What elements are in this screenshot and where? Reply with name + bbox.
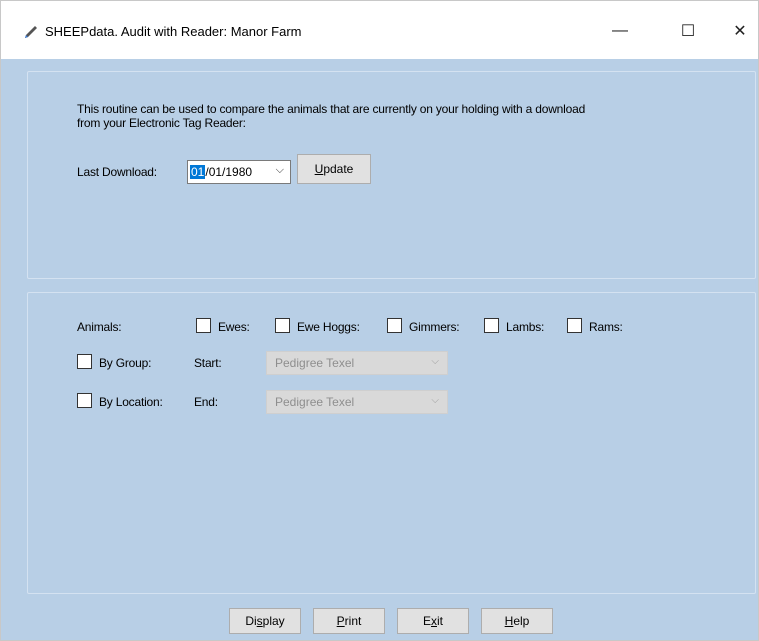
help-button[interactable]: Help (481, 608, 553, 634)
ewes-checkbox[interactable] (196, 318, 211, 333)
chevron-down-icon[interactable]: ⌵ (276, 164, 284, 177)
by-location-checkbox[interactable] (77, 393, 92, 408)
animals-group-panel (27, 292, 756, 594)
by-location-label[interactable]: By Location: (99, 395, 163, 409)
rams-label[interactable]: Rams: (589, 320, 623, 334)
help-label-post: elp (513, 614, 530, 628)
audit-window: SHEEPdata. Audit with Reader: Manor Farm… (0, 0, 759, 641)
update-button-label: pdate (323, 162, 354, 176)
minimize-button[interactable]: — (597, 15, 643, 47)
intro-line-1: This routine can be used to compare the … (77, 102, 586, 116)
maximize-button[interactable]: ☐ (665, 15, 711, 47)
display-label-pre: Di (245, 614, 257, 628)
animals-label: Animals: (77, 320, 122, 334)
by-group-label[interactable]: By Group: (99, 356, 151, 370)
lambs-checkbox[interactable] (484, 318, 499, 333)
title-bar[interactable]: SHEEPdata. Audit with Reader: Manor Farm… (1, 1, 758, 59)
print-mnemonic: P (336, 614, 345, 628)
exit-label-pre: E (422, 614, 431, 628)
intro-line-2: from your Electronic Tag Reader: (77, 116, 246, 130)
last-download-label: Last Download: (77, 165, 157, 179)
end-select-value: Pedigree Texel (275, 395, 355, 409)
ewe-hoggs-checkbox[interactable] (275, 318, 290, 333)
start-select-value: Pedigree Texel (275, 356, 355, 370)
print-button[interactable]: Print (313, 608, 385, 634)
last-download-date-picker[interactable]: 01/01/1980 ⌵ (187, 160, 291, 184)
gimmers-label[interactable]: Gimmers: (409, 320, 460, 334)
by-group-checkbox[interactable] (77, 354, 92, 369)
date-selected-part[interactable]: 01 (190, 165, 206, 179)
end-label: End: (194, 395, 218, 409)
gimmers-checkbox[interactable] (387, 318, 402, 333)
chevron-down-icon: ⌵ (431, 395, 439, 406)
app-pen-icon (25, 26, 37, 38)
end-select[interactable]: Pedigree Texel ⌵ (266, 390, 448, 414)
update-button[interactable]: Update (297, 154, 371, 184)
exit-label-post: it (437, 614, 443, 628)
print-label-post: rint (344, 614, 362, 628)
help-mnemonic: H (504, 614, 514, 628)
exit-button[interactable]: Ex it (397, 608, 469, 634)
close-button[interactable]: ✕ (717, 15, 759, 47)
display-button[interactable]: Di s play (229, 608, 301, 634)
date-remaining-part[interactable]: /01/1980 (205, 165, 252, 179)
display-label-post: play (262, 614, 285, 628)
start-select[interactable]: Pedigree Texel ⌵ (266, 351, 448, 375)
intro-text: This routine can be used to compare the … (77, 102, 677, 130)
chevron-down-icon: ⌵ (431, 356, 439, 367)
lambs-label[interactable]: Lambs: (506, 320, 544, 334)
update-button-mnemonic: U (314, 162, 324, 176)
rams-checkbox[interactable] (567, 318, 582, 333)
ewe-hoggs-label[interactable]: Ewe Hoggs: (297, 320, 360, 334)
window-title: SHEEPdata. Audit with Reader: Manor Farm (45, 24, 302, 39)
start-label: Start: (194, 356, 222, 370)
ewes-label[interactable]: Ewes: (218, 320, 250, 334)
